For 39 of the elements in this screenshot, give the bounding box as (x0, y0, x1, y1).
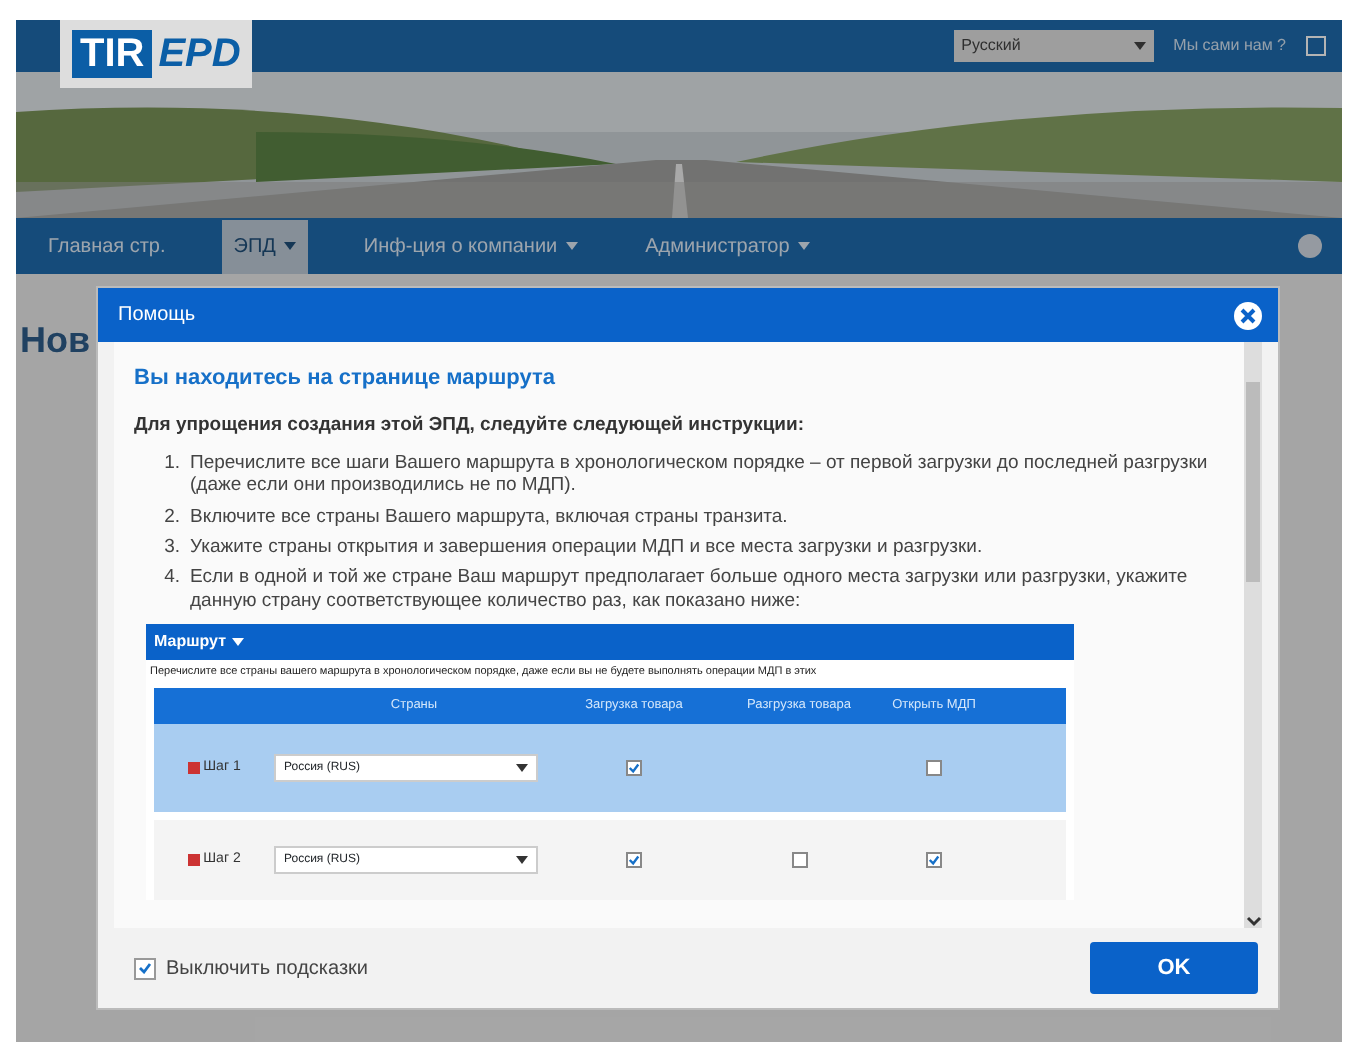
scrollbar[interactable] (1244, 342, 1262, 928)
nav-tab[interactable]: ЭПД (221, 219, 308, 273)
dialog-title: Помощь (118, 302, 196, 330)
caret-icon (1133, 42, 1146, 50)
chevron-down-icon[interactable] (1245, 916, 1261, 928)
checkbox[interactable] (791, 852, 807, 869)
checkbox[interactable] (626, 760, 642, 777)
user-menu[interactable]: Мы сами нам ? (1173, 34, 1286, 58)
instruction-step: Если в одной и той же стране Ваш маршрут предполагает больше одного места загрузки или разгрузки, укажите данную страну соответствующее количество раз, как показано ниже: (190, 566, 1228, 613)
caret-icon (516, 856, 528, 865)
instruction-step: Включите все страны Вашего маршрута, включая страны транзита. (190, 505, 788, 528)
help-heading: Вы находитесь на странице маршрута (134, 364, 557, 394)
step-number: 4. (162, 566, 180, 593)
checkbox[interactable] (926, 852, 942, 869)
caret-icon (232, 638, 245, 647)
checkbox-label: Выключить подсказки (166, 955, 369, 983)
logo-text: TIR (72, 30, 153, 78)
nav-tab[interactable]: Главная стр. (36, 219, 178, 273)
step-number: 2. (162, 505, 180, 528)
page-title: Нов (20, 318, 91, 364)
delete-icon[interactable] (187, 854, 200, 867)
route-title: Маршрут (154, 630, 227, 655)
caret-icon (516, 764, 528, 773)
delete-icon[interactable] (187, 762, 200, 775)
ok-button[interactable]: OK (1090, 942, 1258, 994)
nav-tab[interactable]: Инф-ция о компании (351, 219, 590, 273)
instruction-text: Для упрощения создания этой ЭПД, следуйте следующей инструкции: (134, 411, 807, 439)
checkbox[interactable] (626, 852, 642, 869)
logo-text: EPD (158, 30, 241, 80)
step-number: 3. (162, 535, 180, 559)
checkbox[interactable] (926, 760, 942, 777)
instruction-step: Укажите страны открытия и завершения операции МДП и все места загрузки и разгрузки. (190, 535, 983, 559)
close-icon (1240, 307, 1256, 323)
checkbox[interactable] (134, 957, 156, 979)
instruction-step: Перечислите все шаги Вашего маршрута в хронологическом порядке – от первой загрузки до последней разгрузки (даже если они производились не по МДП). (190, 451, 1228, 498)
close-button[interactable] (1234, 301, 1262, 329)
step-number: 1. (162, 451, 180, 478)
nav-tab[interactable]: Администратор (633, 219, 822, 273)
language-select[interactable]: Русский (953, 30, 1154, 62)
